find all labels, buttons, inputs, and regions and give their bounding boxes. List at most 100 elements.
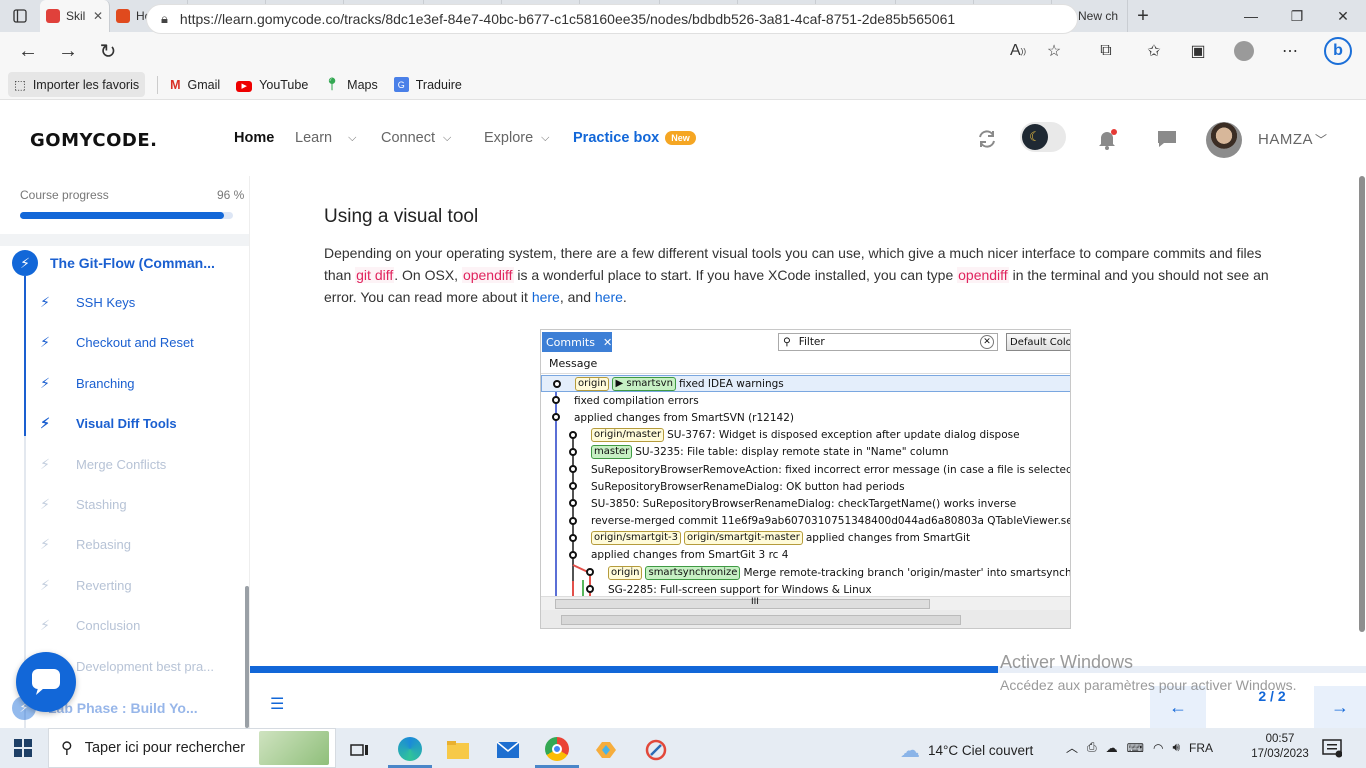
sidebar-lesson-item[interactable]: ⚡︎ Stashing: [38, 496, 127, 513]
sidebar-lesson-item[interactable]: ⚡︎ Rebasing: [38, 536, 131, 553]
clock[interactable]: 00:57 17/03/2023: [1250, 732, 1310, 762]
collections-icon[interactable]: ▣: [1180, 32, 1216, 70]
here-link-1[interactable]: here: [532, 289, 560, 305]
windows-start-icon[interactable]: [14, 739, 32, 762]
add-favorite-icon[interactable]: ☆: [1036, 32, 1072, 70]
sidebar-lesson-item[interactable]: ⚡︎ Merge Conflicts: [38, 456, 166, 473]
branch-tag: origin: [608, 565, 643, 580]
module-git-flow[interactable]: ⚡︎ The Git-Flow (Comman...: [12, 250, 215, 276]
notification-center-icon[interactable]: [1322, 738, 1343, 763]
nav-home[interactable]: Home: [234, 130, 274, 146]
wifi-icon[interactable]: ◠: [1153, 741, 1163, 755]
onedrive-icon[interactable]: ☁︎: [1106, 741, 1118, 755]
volume-icon[interactable]: 🔊︎: [1172, 740, 1180, 755]
chevron-down-icon: ⌵: [348, 131, 357, 144]
tab-actions-icon[interactable]: [0, 0, 40, 32]
inline-code: git diff: [355, 267, 395, 283]
commit-node-icon: [569, 533, 577, 542]
input-method-icon[interactable]: ⌨︎: [1127, 741, 1144, 755]
gomycode-logo[interactable]: GOMYCODE.: [30, 130, 157, 151]
here-link-2[interactable]: here: [595, 289, 623, 305]
sidebar-lesson-item[interactable]: ⚡︎ Visual Diff Tools: [38, 415, 177, 432]
lesson-label: SSH Keys: [76, 295, 136, 310]
import-icon: ⬚: [14, 78, 26, 92]
taskbar-search-box[interactable]: ⚲ Taper ici pour rechercher: [48, 728, 336, 768]
read-aloud-icon[interactable]: A)): [1000, 32, 1036, 70]
sync-icon[interactable]: [972, 124, 1002, 154]
lesson-list-icon[interactable]: ☰: [270, 694, 284, 714]
messages-icon[interactable]: [1152, 124, 1182, 154]
nav-practice-box[interactable]: Practice box New: [573, 130, 696, 146]
sidebar-lesson-item[interactable]: ⚡︎ SSH Keys: [38, 294, 135, 311]
lesson-navigation-bar: ☰ ← 2 / 2 →: [250, 666, 1366, 728]
arrow-left-icon: ←: [1169, 696, 1187, 717]
url-field[interactable]: 🔒︎ https://learn.gomycode.co/tracks/8dc1…: [146, 4, 1078, 34]
chat-button[interactable]: [16, 652, 76, 712]
chrome-taskbar-icon[interactable]: [535, 732, 579, 768]
favorite-maps[interactable]: 📍︎ Maps: [324, 77, 377, 92]
lightning-icon: ⚡︎: [40, 334, 50, 351]
minimize-button[interactable]: —: [1228, 0, 1274, 32]
notification-bell-icon[interactable]: [1092, 124, 1122, 154]
forward-button[interactable]: →: [48, 32, 88, 70]
mail-icon[interactable]: [486, 732, 530, 768]
cutting-tool-icon[interactable]: [634, 732, 678, 768]
more-menu-icon[interactable]: ⋯: [1272, 32, 1308, 70]
language-indicator[interactable]: FRA: [1189, 741, 1213, 755]
lesson-label: Branching: [76, 375, 135, 391]
lock-icon: 🔒︎: [161, 11, 168, 26]
extensions-icon[interactable]: ⧉: [1088, 32, 1124, 70]
sidebar-lesson-item[interactable]: ⚡︎ Conclusion: [38, 617, 140, 634]
favorite-youtube[interactable]: ▶ YouTube: [236, 77, 308, 92]
edge-taskbar-icon[interactable]: [388, 732, 432, 768]
nav-connect[interactable]: Connect ⌵: [381, 130, 451, 146]
nav-explore[interactable]: Explore ⌵: [484, 130, 550, 146]
lesson-label: Reverting: [76, 577, 132, 593]
sidebar-lesson-item[interactable]: ⚡︎ Branching: [38, 375, 135, 392]
bing-icon[interactable]: b: [1320, 32, 1356, 70]
weather-widget[interactable]: ☁︎ 14°C Ciel couvert: [900, 738, 1033, 763]
lightning-icon: ⚡︎: [12, 250, 38, 276]
tab-title: Skil: [66, 9, 86, 23]
close-window-button[interactable]: ✕: [1320, 0, 1366, 32]
file-explorer-icon[interactable]: [436, 732, 480, 768]
new-tab-button[interactable]: +: [1128, 0, 1158, 32]
refresh-button[interactable]: ↻: [88, 32, 128, 70]
sidebar-divider: [0, 234, 249, 246]
browser-tab[interactable]: Skil ✕: [40, 0, 110, 32]
app-icon[interactable]: [584, 732, 628, 768]
close-tab-icon[interactable]: ✕: [93, 9, 103, 23]
nav-learn[interactable]: Learn ⌵: [295, 130, 356, 146]
sidebar-scrollbar[interactable]: [245, 586, 249, 728]
back-button[interactable]: ←: [8, 32, 48, 70]
sidebar-lesson-item[interactable]: ⚡︎ Reverting: [38, 577, 132, 594]
restore-button[interactable]: ❐: [1274, 0, 1320, 32]
user-avatar[interactable]: [1206, 122, 1242, 158]
dark-mode-toggle[interactable]: ☾: [1020, 122, 1066, 152]
commit-message: SuRepositoryBrowserRemoveAction: fixed i…: [591, 463, 1071, 476]
commit-message: applied changes from SmartGit: [805, 532, 971, 545]
tab-favicon-icon: [116, 9, 130, 23]
close-icon: ✕: [602, 335, 613, 349]
favorite-gmail[interactable]: M Gmail: [170, 78, 220, 92]
lightning-icon: ⚡︎: [40, 455, 50, 472]
favorites-bar: ⬚ Importer les favoris M Gmail ▶ YouTube…: [0, 70, 1366, 100]
lesson-label: Visual Diff Tools: [76, 416, 177, 432]
commit-node-icon: [569, 430, 577, 439]
import-favorites-button[interactable]: ⬚ Importer les favoris: [8, 72, 146, 97]
favorite-translate[interactable]: G Traduire: [393, 77, 462, 93]
maps-icon: 📍︎: [324, 77, 341, 91]
lightning-icon: ⚡︎: [40, 576, 50, 593]
favorites-icon[interactable]: ✩: [1136, 32, 1172, 70]
profile-icon[interactable]: [1226, 32, 1262, 70]
next-page-button[interactable]: →: [1314, 686, 1366, 728]
scroll-thumb: III: [555, 597, 930, 609]
username[interactable]: HAMZA ﹀: [1258, 131, 1328, 148]
activate-windows-subtitle: Accédez aux paramètres pour activer Wind…: [1000, 677, 1297, 693]
commit-row: origin/smartgit-3 origin/smartgit-master a…: [541, 530, 1070, 547]
meet-now-icon[interactable]: ⎙: [1087, 740, 1097, 755]
task-view-icon[interactable]: [338, 732, 382, 768]
sidebar-lesson-item[interactable]: ⚡︎ Checkout and Reset: [38, 334, 194, 351]
page-scrollbar[interactable]: [1359, 176, 1365, 632]
chevron-up-icon[interactable]: ︿: [1066, 739, 1078, 756]
